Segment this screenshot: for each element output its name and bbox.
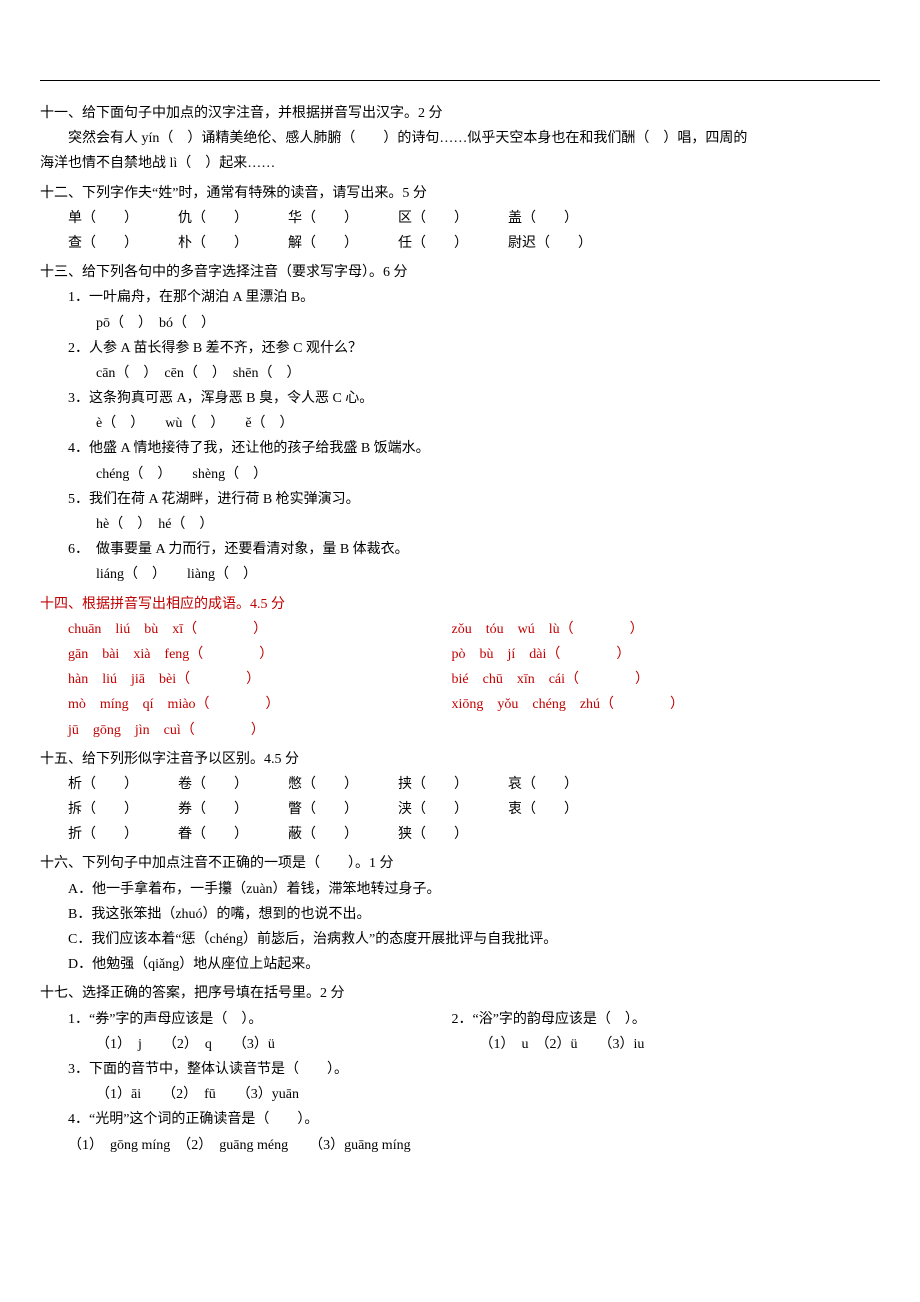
q14-row: mò míng qí miào（ ） xiōng yǒu chéng zhú（ … — [40, 692, 880, 717]
q13-title: 十三、给下列各句中的多音字选择注音（要求写字母）。6 分 — [40, 260, 880, 285]
q15-cell: 眷（ ） — [178, 822, 288, 847]
question-14: 十四、根据拼音写出相应的成语。4.5 分 chuān liú bù xī（ ） … — [40, 592, 880, 743]
q11-title: 十一、给下面句子中加点的汉字注音，并根据拼音写出汉字。2 分 — [40, 101, 880, 126]
q13-item-a: hè（ ） hé（ ） — [40, 512, 880, 537]
question-15: 十五、给下列形似字注音予以区别。4.5 分 析（ ） 卷（ ） 憋（ ） 挟（ … — [40, 747, 880, 848]
question-16: 十六、下列句子中加点注音不正确的一项是（ ）。1 分 A．他一手拿着布，一手攥（… — [40, 851, 880, 977]
q16-opt: D．他勉强（qiǎng）地从座位上站起来。 — [40, 952, 880, 977]
q14-title: 十四、根据拼音写出相应的成语。4.5 分 — [40, 592, 880, 617]
q14-cell: zǒu tóu wú lù（ ） — [452, 617, 832, 642]
q14-cell: hàn liú jiā bèi（ ） — [68, 667, 448, 692]
q17-4-q: 4．“光明”这个词的正确读音是（ ）。 — [40, 1107, 880, 1132]
q13-item-a: cān（ ） cēn（ ） shēn（ ） — [40, 361, 880, 386]
q12-cell: 区（ ） — [398, 206, 508, 231]
q12-cell: 尉迟（ ） — [508, 231, 618, 256]
q14-row: jū gōng jìn cuì（ ） — [40, 718, 880, 743]
q15-row: 折（ ） 眷（ ） 蔽（ ） 狭（ ） — [40, 822, 880, 847]
q14-row: hàn liú jiā bèi（ ） bié chū xīn cái（ ） — [40, 667, 880, 692]
q17-title: 十七、选择正确的答案，把序号填在括号里。2 分 — [40, 981, 880, 1006]
question-17: 十七、选择正确的答案，把序号填在括号里。2 分 1．“券”字的声母应该是（ ）。… — [40, 981, 880, 1157]
q15-cell: 蔽（ ） — [288, 822, 398, 847]
q12-cell: 解（ ） — [288, 231, 398, 256]
q14-cell: bié chū xīn cái（ ） — [452, 667, 832, 692]
q12-row2: 查（ ） 朴（ ） 解（ ） 任（ ） 尉迟（ ） — [40, 231, 880, 256]
q14-cell: mò míng qí miào（ ） — [68, 692, 448, 717]
q15-cell: 卷（ ） — [178, 772, 288, 797]
q14-cell: gān bài xià feng（ ） — [68, 642, 448, 667]
q16-opt: C．我们应该本着“惩（chéng）前毖后，治病救人”的态度开展批评与自我批评。 — [40, 927, 880, 952]
q13-item-a: chéng（ ） shèng（ ） — [40, 462, 880, 487]
q13-item-q: 1．一叶扁舟，在那个湖泊 A 里漂泊 B。 — [40, 285, 880, 310]
q12-title: 十二、下列字作夫“姓”时，通常有特殊的读音，请写出来。5 分 — [40, 181, 880, 206]
question-12: 十二、下列字作夫“姓”时，通常有特殊的读音，请写出来。5 分 单（ ） 仇（ ）… — [40, 181, 880, 257]
q15-cell: 析（ ） — [68, 772, 178, 797]
q15-cell: 瞥（ ） — [288, 797, 398, 822]
q15-cell: 券（ ） — [178, 797, 288, 822]
q13-item-q: 3．这条狗真可恶 A，浑身恶 B 臭，令人恶 C 心。 — [40, 386, 880, 411]
q17-1-a: （1） j （2） q （3）ü — [68, 1032, 476, 1057]
q13-item-q: 6． 做事要量 A 力而行，还要看清对象，量 B 体裁衣。 — [40, 537, 880, 562]
q14-cell: pò bù jí dài（ ） — [452, 642, 832, 667]
q13-item-a: pō（ ） bó（ ） — [40, 311, 880, 336]
q14-cell: xiōng yǒu chéng zhú（ ） — [452, 692, 832, 717]
q15-row: 析（ ） 卷（ ） 憋（ ） 挟（ ） 哀（ ） — [40, 772, 880, 797]
q13-item-a: liáng（ ） liàng（ ） — [40, 562, 880, 587]
q12-cell: 朴（ ） — [178, 231, 288, 256]
q15-cell: 挟（ ） — [398, 772, 508, 797]
q13-item-a: è（ ） wù（ ） ě（ ） — [40, 411, 880, 436]
q12-cell: 任（ ） — [398, 231, 508, 256]
q15-cell: 衷（ ） — [508, 797, 618, 822]
q17-2-q: 2．“浴”字的韵母应该是（ ）。 — [452, 1007, 832, 1032]
q15-cell: 拆（ ） — [68, 797, 178, 822]
q14-row: chuān liú bù xī（ ） zǒu tóu wú lù（ ） — [40, 617, 880, 642]
q14-row: gān bài xià feng（ ） pò bù jí dài（ ） — [40, 642, 880, 667]
q12-cell: 华（ ） — [288, 206, 398, 231]
q12-cell: 盖（ ） — [508, 206, 618, 231]
q15-title: 十五、给下列形似字注音予以区别。4.5 分 — [40, 747, 880, 772]
q16-opt: A．他一手拿着布，一手攥（zuàn）着钱，滞笨地转过身子。 — [40, 877, 880, 902]
q16-opt: B．我这张笨拙（zhuó）的嘴，想到的也说不出。 — [40, 902, 880, 927]
q15-cell: 狭（ ） — [398, 822, 508, 847]
q17-3-a: （1）āi （2） fū （3）yuān — [40, 1082, 880, 1107]
q15-cell: 哀（ ） — [508, 772, 618, 797]
q15-row: 拆（ ） 券（ ） 瞥（ ） 浃（ ） 衷（ ） — [40, 797, 880, 822]
q16-title: 十六、下列句子中加点注音不正确的一项是（ ）。1 分 — [40, 851, 880, 876]
q15-cell: 折（ ） — [68, 822, 178, 847]
q14-cell: jū gōng jìn cuì（ ） — [68, 718, 448, 743]
q13-item-q: 2．人参 A 苗长得参 B 差不齐，还参 C 观什么？ — [40, 336, 880, 361]
q12-cell: 查（ ） — [68, 231, 178, 256]
q17-4-a: （1） gōng míng （2） guāng méng （3）guāng mí… — [40, 1133, 880, 1158]
q12-row1: 单（ ） 仇（ ） 华（ ） 区（ ） 盖（ ） — [40, 206, 880, 231]
q17-1-q: 1．“券”字的声母应该是（ ）。 — [68, 1007, 448, 1032]
q17-2-a: （1） u （2）ü （3）iu — [480, 1032, 860, 1057]
q11-line2: 海洋也情不自禁地战 lì（ ）起来…… — [40, 151, 880, 176]
q17-pair1-q: 1．“券”字的声母应该是（ ）。 2．“浴”字的韵母应该是（ ）。 — [40, 1007, 880, 1032]
q11-line1: 突然会有人 yín（ ）诵精美绝伦、感人肺腑（ ）的诗句……似乎天空本身也在和我… — [40, 126, 880, 151]
q13-item-q: 5．我们在荷 A 花湖畔，进行荷 B 枪实弹演习。 — [40, 487, 880, 512]
q15-cell: 浃（ ） — [398, 797, 508, 822]
q17-3-q: 3．下面的音节中，整体认读音节是（ ）。 — [40, 1057, 880, 1082]
question-11: 十一、给下面句子中加点的汉字注音，并根据拼音写出汉字。2 分 突然会有人 yín… — [40, 101, 880, 177]
q15-cell: 憋（ ） — [288, 772, 398, 797]
q17-pair1-a: （1） j （2） q （3）ü （1） u （2）ü （3）iu — [40, 1032, 880, 1057]
q13-item-q: 4．他盛 A 情地接待了我，还让他的孩子给我盛 B 饭端水。 — [40, 436, 880, 461]
q14-cell: chuān liú bù xī（ ） — [68, 617, 448, 642]
q12-cell: 仇（ ） — [178, 206, 288, 231]
question-13: 十三、给下列各句中的多音字选择注音（要求写字母）。6 分 1．一叶扁舟，在那个湖… — [40, 260, 880, 587]
q15-cell — [508, 822, 618, 847]
top-rule — [40, 80, 880, 81]
q12-cell: 单（ ） — [68, 206, 178, 231]
